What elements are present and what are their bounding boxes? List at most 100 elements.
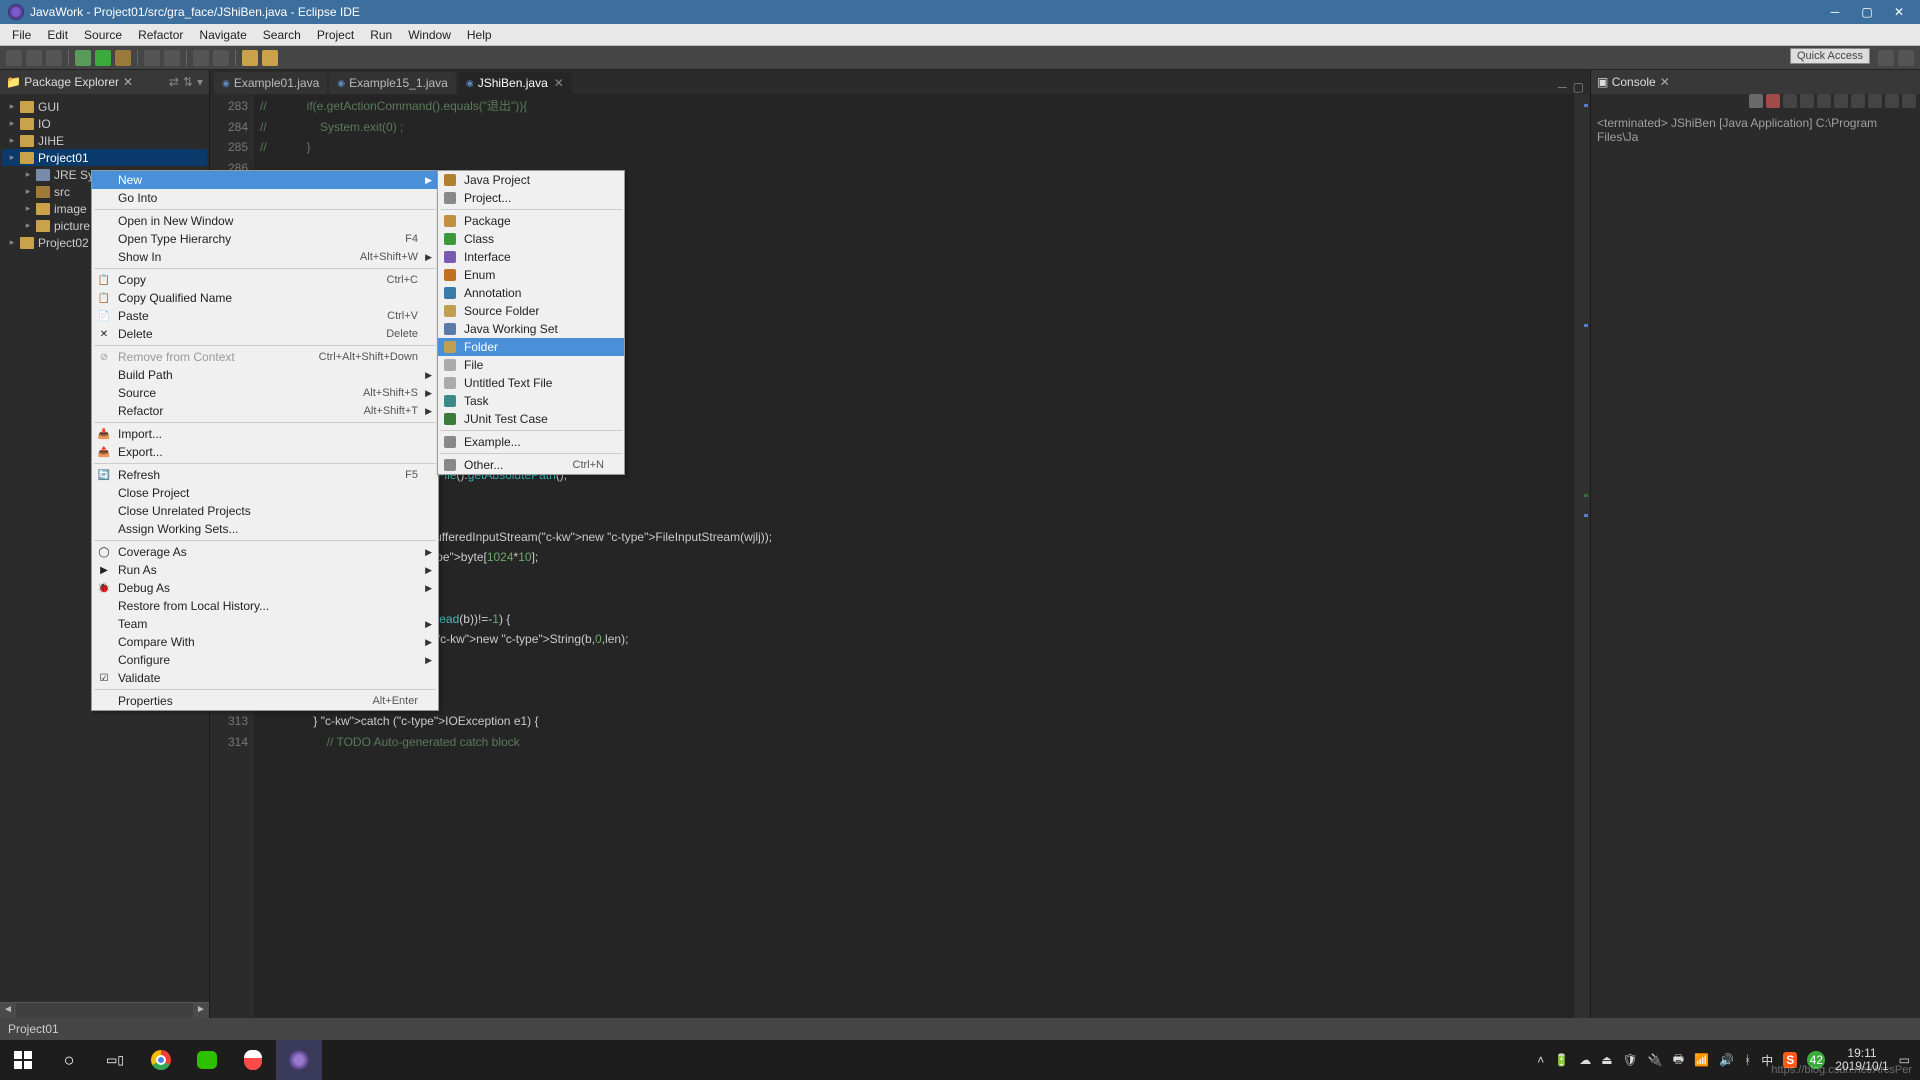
expand-icon[interactable]: ▸ — [8, 152, 16, 163]
run-icon[interactable] — [95, 50, 111, 66]
menu-item-interface[interactable]: Interface — [438, 248, 624, 266]
view-menu-icon[interactable]: ▾ — [197, 75, 203, 89]
menu-item-show-in[interactable]: Show InAlt+Shift+W▶ — [92, 248, 438, 266]
menu-item-debug-as[interactable]: 🐞Debug As▶ — [92, 579, 438, 597]
menu-item-copy[interactable]: 📋CopyCtrl+C — [92, 271, 438, 289]
tab-example15_1-java[interactable]: ◉Example15_1.java — [329, 72, 456, 94]
menu-item-compare-with[interactable]: Compare With▶ — [92, 633, 438, 651]
eclipse-taskbar-icon[interactable] — [276, 1040, 322, 1080]
menu-item-java-working-set[interactable]: Java Working Set — [438, 320, 624, 338]
expand-icon[interactable]: ▸ — [24, 220, 32, 231]
menu-edit[interactable]: Edit — [39, 28, 76, 42]
pin-icon[interactable] — [1834, 94, 1848, 108]
battery-icon[interactable]: 🔋 — [1554, 1053, 1569, 1067]
menu-item-paste[interactable]: 📄PasteCtrl+V — [92, 307, 438, 325]
volume-icon[interactable]: 🔊 — [1719, 1053, 1734, 1067]
bluetooth-icon[interactable]: ᚼ — [1744, 1053, 1751, 1067]
printer-icon[interactable]: 🖶 — [1673, 1050, 1684, 1071]
remove-all-icon[interactable] — [1783, 94, 1797, 108]
scroll-lock-icon[interactable] — [1817, 94, 1831, 108]
menu-item-task[interactable]: Task — [438, 392, 624, 410]
menu-item-restore-from-local-history[interactable]: Restore from Local History... — [92, 597, 438, 615]
new-package-icon[interactable] — [144, 50, 160, 66]
scroll-left-icon[interactable]: ◄ — [0, 1003, 16, 1018]
menu-item-open-in-new-window[interactable]: Open in New Window — [92, 212, 438, 230]
overview-ruler[interactable] — [1574, 94, 1590, 1018]
menu-item-validate[interactable]: ☑Validate — [92, 669, 438, 687]
menu-item-run-as[interactable]: ▶Run As▶ — [92, 561, 438, 579]
perspective-debug-icon[interactable] — [1898, 50, 1914, 66]
expand-icon[interactable]: ▸ — [8, 118, 16, 129]
debug-icon[interactable] — [75, 50, 91, 66]
menu-item-enum[interactable]: Enum — [438, 266, 624, 284]
menu-item-junit-test-case[interactable]: JUnit Test Case — [438, 410, 624, 428]
close-icon[interactable]: ✕ — [1660, 75, 1670, 89]
new-class-icon[interactable] — [164, 50, 180, 66]
context-menu-project[interactable]: New▶Go IntoOpen in New WindowOpen Type H… — [91, 170, 439, 711]
display-icon[interactable] — [1851, 94, 1865, 108]
menu-item-go-into[interactable]: Go Into — [92, 189, 438, 207]
menu-item-other[interactable]: Other...Ctrl+N — [438, 456, 624, 474]
network-icon[interactable]: 📶 — [1694, 1053, 1709, 1067]
menu-item-file[interactable]: File — [438, 356, 624, 374]
open-type-icon[interactable] — [193, 50, 209, 66]
menu-item-untitled-text-file[interactable]: Untitled Text File — [438, 374, 624, 392]
min-icon[interactable] — [1885, 94, 1899, 108]
menu-item-source[interactable]: SourceAlt+Shift+S▶ — [92, 384, 438, 402]
console-output[interactable]: <terminated> JShiBen [Java Application] … — [1591, 112, 1920, 1018]
back-icon[interactable] — [242, 50, 258, 66]
menu-file[interactable]: File — [4, 28, 39, 42]
defender-icon[interactable]: 🛡 — [1623, 1053, 1638, 1067]
terminate-icon[interactable] — [1749, 94, 1763, 108]
menu-item-annotation[interactable]: Annotation — [438, 284, 624, 302]
menu-item-source-folder[interactable]: Source Folder — [438, 302, 624, 320]
menu-item-close-unrelated-projects[interactable]: Close Unrelated Projects — [92, 502, 438, 520]
tab-example01-java[interactable]: ◉Example01.java — [214, 72, 327, 94]
menu-item-new[interactable]: New▶ — [92, 171, 438, 189]
horizontal-scrollbar[interactable]: ◄ ► — [0, 1002, 209, 1018]
forward-icon[interactable] — [262, 50, 278, 66]
menu-item-example[interactable]: Example... — [438, 433, 624, 451]
menu-item-package[interactable]: Package — [438, 212, 624, 230]
menu-project[interactable]: Project — [309, 28, 362, 42]
perspective-java-icon[interactable] — [1878, 50, 1894, 66]
menu-item-refactor[interactable]: RefactorAlt+Shift+T▶ — [92, 402, 438, 420]
eject-icon[interactable]: ⏏ — [1601, 1053, 1612, 1067]
menu-item-build-path[interactable]: Build Path▶ — [92, 366, 438, 384]
close-tab-icon[interactable]: ✕ — [554, 76, 564, 90]
power-icon[interactable]: 🔌 — [1648, 1053, 1663, 1067]
menu-item-project[interactable]: Project... — [438, 189, 624, 207]
maximize-pane-icon[interactable]: ▢ — [1573, 80, 1584, 94]
menu-refactor[interactable]: Refactor — [130, 28, 191, 42]
task-view-icon[interactable]: ▭▯ — [92, 1040, 138, 1080]
menu-help[interactable]: Help — [459, 28, 500, 42]
cortana-icon[interactable]: ○ — [46, 1040, 92, 1080]
menu-item-copy-qualified-name[interactable]: 📋Copy Qualified Name — [92, 289, 438, 307]
tab-jshiben-java[interactable]: ◉JShiBen.java✕ — [458, 72, 572, 94]
clear-icon[interactable] — [1800, 94, 1814, 108]
menu-item-folder[interactable]: Folder — [438, 338, 624, 356]
max-icon[interactable] — [1902, 94, 1916, 108]
open-console-icon[interactable] — [1868, 94, 1882, 108]
menu-item-java-project[interactable]: Java Project — [438, 171, 624, 189]
save-icon[interactable] — [26, 50, 42, 66]
expand-icon[interactable]: ▸ — [24, 203, 32, 214]
collapse-all-icon[interactable]: ⇄ — [169, 75, 179, 89]
tree-item-jihe[interactable]: ▸JIHE — [2, 132, 207, 149]
remove-launch-icon[interactable] — [1766, 94, 1780, 108]
expand-icon[interactable]: ▸ — [8, 237, 16, 248]
menu-item-configure[interactable]: Configure▶ — [92, 651, 438, 669]
search-icon[interactable] — [213, 50, 229, 66]
menu-item-class[interactable]: Class — [438, 230, 624, 248]
close-button[interactable]: ✕ — [1892, 5, 1906, 19]
chrome-icon[interactable] — [138, 1040, 184, 1080]
menu-source[interactable]: Source — [76, 28, 130, 42]
link-editor-icon[interactable]: ⇅ — [183, 75, 193, 89]
close-icon[interactable]: ✕ — [123, 75, 133, 89]
menu-item-coverage-as[interactable]: ◯Coverage As▶ — [92, 543, 438, 561]
minimize-pane-icon[interactable]: ─ — [1558, 80, 1567, 94]
quick-access[interactable]: Quick Access — [1790, 48, 1870, 64]
expand-icon[interactable]: ▸ — [8, 101, 16, 112]
menu-search[interactable]: Search — [255, 28, 309, 42]
menu-item-team[interactable]: Team▶ — [92, 615, 438, 633]
